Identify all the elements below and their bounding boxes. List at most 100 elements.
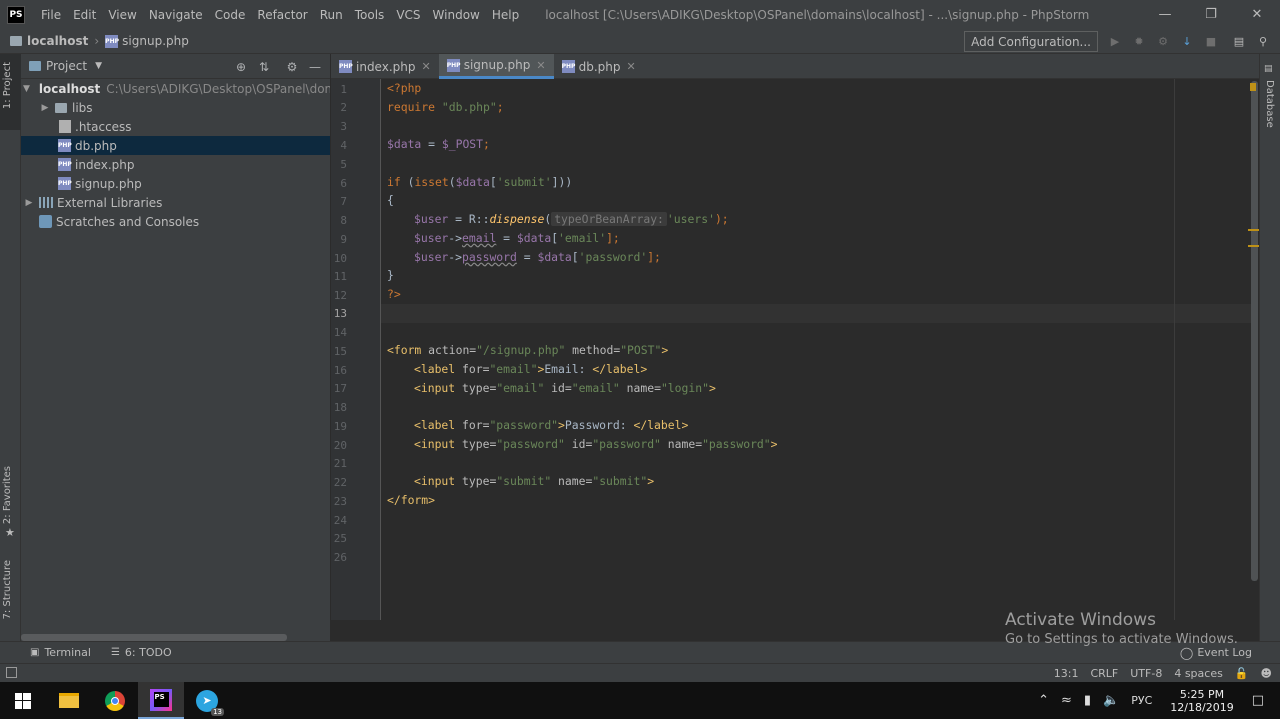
caret-position[interactable]: 13:1	[1054, 667, 1079, 680]
tree-item-db-php[interactable]: PHP db.php	[21, 136, 330, 155]
string: "email"	[496, 381, 545, 395]
menu-run[interactable]: Run	[314, 8, 349, 22]
phpstorm-app[interactable]: PS	[138, 682, 184, 719]
volume-icon[interactable]: 🔈	[1103, 693, 1119, 708]
debug-icon[interactable]: ✹	[1132, 35, 1146, 49]
tree-item-htaccess[interactable]: .htaccess	[21, 117, 330, 136]
toggle-tool-windows-icon[interactable]	[6, 667, 17, 678]
keyword: isset	[414, 175, 449, 189]
tab-signup-php[interactable]: PHP signup.php ✕	[438, 54, 554, 79]
chevron-up-icon[interactable]: ⌃	[1038, 693, 1049, 708]
menu-vcs[interactable]: VCS	[390, 8, 426, 22]
vcs-update-icon[interactable]: ↓	[1180, 35, 1194, 49]
structure-tool-tab[interactable]: 7: Structure	[0, 560, 21, 632]
terminal-tool-button[interactable]: ▣ Terminal	[30, 646, 91, 659]
string: "POST"	[620, 343, 662, 357]
run-icon[interactable]: ▶	[1108, 35, 1122, 49]
hide-panel-icon[interactable]: —	[306, 58, 324, 76]
lock-icon[interactable]: 🔓	[1235, 667, 1249, 680]
menu-window[interactable]: Window	[427, 8, 486, 22]
project-view-selector[interactable]: Project ▼	[29, 59, 102, 73]
inspector-icon[interactable]: ☻	[1261, 667, 1272, 680]
battery-icon[interactable]: ▮	[1084, 693, 1091, 708]
punct: );	[714, 212, 729, 226]
menu-help[interactable]: Help	[486, 8, 525, 22]
database-tool-tab[interactable]: ▤ Database	[1260, 60, 1280, 130]
close-icon[interactable]: ✕	[1234, 0, 1280, 29]
close-icon[interactable]: ✕	[536, 59, 545, 72]
file-encoding[interactable]: UTF-8	[1130, 667, 1162, 680]
line-number: 8	[340, 214, 347, 227]
code-editor[interactable]: 1 2 3 4 5 6 7 8 9 10 11 12 13 14 15 16 1…	[331, 79, 1266, 620]
menu-refactor[interactable]: Refactor	[251, 8, 313, 22]
phpstorm-icon: PS	[150, 688, 172, 711]
breadcrumb-file[interactable]: PHP signup.php	[105, 34, 189, 48]
indent-setting[interactable]: 4 spaces	[1174, 667, 1223, 680]
string: "email"	[489, 362, 538, 376]
stop-icon[interactable]: ■	[1204, 35, 1218, 49]
run-toolbar: Add Configuration... ▶ ✹ ⚙ ↓ ■ ▤ ⚲	[964, 29, 1280, 54]
menu-code[interactable]: Code	[209, 8, 252, 22]
code-line-9: $user->email = $data['email'];	[414, 229, 620, 248]
favorites-tool-tab[interactable]: 2: Favorites ★	[0, 466, 21, 546]
project-structure-icon[interactable]: ▤	[1232, 35, 1246, 49]
windows-start-button[interactable]	[0, 682, 46, 719]
gear-icon[interactable]: ⚙	[283, 58, 301, 76]
close-icon[interactable]: ✕	[421, 60, 430, 73]
tree-label: index.php	[75, 157, 135, 172]
tab-db-php[interactable]: PHP db.php ✕	[554, 54, 644, 79]
menu-file[interactable]: File	[35, 8, 67, 22]
close-icon[interactable]: ✕	[627, 60, 636, 73]
tree-label: db.php	[75, 138, 117, 153]
navigation-bar: localhost › PHP signup.php Add Configura…	[0, 29, 1280, 54]
coverage-icon[interactable]: ⚙	[1156, 35, 1170, 49]
todo-tool-button[interactable]: ☰ 6: TODO	[111, 646, 172, 659]
search-everywhere-icon[interactable]: ⚲	[1256, 35, 1270, 49]
telegram-app[interactable]: ➤ 13	[184, 682, 230, 719]
menu-view[interactable]: View	[102, 8, 142, 22]
add-configuration-button[interactable]: Add Configuration...	[964, 31, 1098, 52]
tree-item-libs[interactable]: ▶ libs	[21, 98, 330, 117]
code-line-22: <input type="submit" name="submit">	[414, 472, 654, 491]
variable: $user	[414, 250, 449, 264]
notifications-icon[interactable]: □	[1252, 693, 1264, 708]
collapse-all-icon[interactable]: ⇅	[255, 58, 273, 76]
restore-icon[interactable]: ❐	[1188, 0, 1234, 29]
line-number: 13	[333, 307, 347, 320]
breadcrumb-root[interactable]: localhost ›	[10, 34, 99, 48]
line-separator[interactable]: CRLF	[1090, 667, 1118, 680]
language-indicator[interactable]: РУС	[1131, 694, 1152, 707]
chrome-app[interactable]	[92, 682, 138, 719]
code-line-15: <form action="/signup.php" method="POST"…	[387, 341, 668, 360]
horizontal-scrollbar[interactable]	[21, 634, 287, 641]
tree-item-localhost[interactable]: ▼ localhost C:\Users\ADIKG\Desktop\OSPan…	[21, 79, 330, 98]
html-tag: <input	[414, 474, 463, 488]
star-icon: ★	[5, 526, 15, 539]
project-tool-tab[interactable]: 1: Project	[0, 54, 21, 130]
minimize-icon[interactable]: —	[1142, 0, 1188, 29]
punct: ;	[496, 100, 504, 114]
file-explorer-app[interactable]	[46, 682, 92, 719]
menu-navigate[interactable]: Navigate	[143, 8, 209, 22]
tree-item-scratches[interactable]: Scratches and Consoles	[21, 212, 330, 231]
tab-index-php[interactable]: PHP index.php ✕	[331, 54, 439, 79]
locate-file-icon[interactable]: ⊕	[232, 58, 250, 76]
event-log-button[interactable]: ◯ Event Log	[1180, 646, 1252, 660]
line-number: 2	[340, 101, 347, 114]
menu-tools[interactable]: Tools	[349, 8, 391, 22]
operator: =	[421, 137, 442, 151]
menu-edit[interactable]: Edit	[67, 8, 102, 22]
php-file-icon: PHP	[58, 177, 72, 190]
line-number-gutter: 1 2 3 4 5 6 7 8 9 10 11 12 13 14 15 16 1…	[331, 79, 381, 620]
line-number: 14	[333, 326, 347, 339]
php-file-icon: PHP	[339, 60, 353, 73]
tree-item-signup-php[interactable]: PHP signup.php	[21, 174, 330, 193]
clock[interactable]: 5:25 PM 12/18/2019	[1170, 688, 1233, 714]
wifi-icon[interactable]: ≈	[1061, 693, 1072, 708]
tree-item-index-php[interactable]: PHP index.php	[21, 155, 330, 174]
tree-item-external-libraries[interactable]: ▶ External Libraries	[21, 193, 330, 212]
htaccess-file-icon	[59, 120, 71, 133]
chevron-right-icon: ›	[94, 34, 100, 48]
inspection-status-icon[interactable]	[1250, 83, 1256, 91]
vertical-scrollbar[interactable]	[1251, 81, 1258, 581]
